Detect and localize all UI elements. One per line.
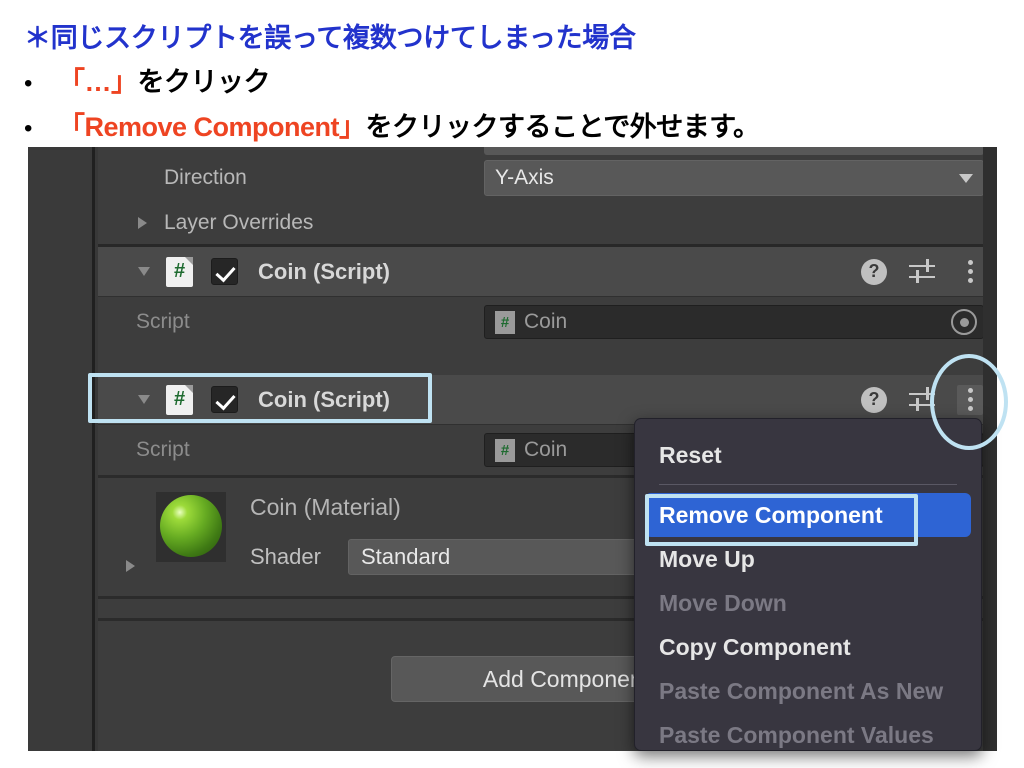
csharp-script-icon: # <box>495 438 515 462</box>
menu-item-move-up[interactable]: Move Up <box>635 537 981 581</box>
row-direction: Direction Y-Axis <box>98 155 997 201</box>
component-enabled-checkbox[interactable] <box>211 386 238 413</box>
script-object-name: Coin <box>524 438 568 461</box>
direction-label: Direction <box>164 166 247 189</box>
bullet-marker-icon: • <box>24 115 33 142</box>
chevron-down-icon[interactable] <box>138 395 150 404</box>
component-header-icons: ? <box>861 384 997 415</box>
menu-separator <box>659 484 957 485</box>
component-header-coin-script-1[interactable]: # Coin (Script) ? <box>98 247 997 297</box>
row-layer-overrides[interactable]: Layer Overrides <box>98 201 997 247</box>
component-context-menu: Reset Remove Component Move Up Move Down… <box>634 418 982 751</box>
help-icon[interactable]: ? <box>861 386 887 413</box>
direction-dropdown[interactable]: Y-Axis <box>484 160 984 196</box>
chevron-down-icon[interactable] <box>138 267 150 276</box>
bullet-1-plain-text: をクリック <box>137 67 271 97</box>
chevron-right-icon[interactable] <box>138 216 147 229</box>
script-object-name: Coin <box>524 310 568 333</box>
menu-item-remove-component[interactable]: Remove Component <box>645 493 971 537</box>
bullet-1-accent-text: 「…」 <box>58 67 138 97</box>
menu-item-paste-component-as-new: Paste Component As New <box>659 677 944 704</box>
component-title: Coin (Script) <box>258 258 390 284</box>
script-object-field[interactable]: # Coin <box>484 305 984 339</box>
inspector-scrollbar[interactable] <box>983 147 997 751</box>
component-header-icons: ? <box>861 257 997 287</box>
layer-overrides-label: Layer Overrides <box>164 210 314 234</box>
direction-value: Y-Axis <box>495 166 554 189</box>
menu-item-move-down: Move Down <box>659 589 787 616</box>
component-enabled-checkbox[interactable] <box>211 258 238 285</box>
inspector-left-gutter <box>28 147 95 751</box>
shader-value: Standard <box>361 544 451 569</box>
page-title: ＊同じスクリプトを誤って複数つけてしまった場合 <box>24 23 636 53</box>
script-label: Script <box>136 310 190 333</box>
preset-settings-icon[interactable] <box>909 386 935 413</box>
object-picker-icon[interactable] <box>951 309 977 335</box>
menu-item-copy-component[interactable]: Copy Component <box>635 625 981 669</box>
chevron-right-icon[interactable] <box>126 560 135 572</box>
bullet-2-plain-text: をクリックすることで外せます。 <box>365 112 761 142</box>
clipped-field <box>484 147 984 155</box>
menu-item-reset[interactable]: Reset <box>635 433 981 477</box>
csharp-script-icon: # <box>495 310 515 334</box>
kebab-menu-icon[interactable] <box>957 257 983 287</box>
slide-header: ＊同じスクリプトを誤って複数つけてしまった場合 • 「…」 をクリック • 「R… <box>0 0 1024 147</box>
preset-settings-icon[interactable] <box>909 258 935 285</box>
chevron-down-icon <box>959 173 973 183</box>
clipped-top-row <box>98 147 997 155</box>
bullet-marker-icon: • <box>24 70 33 97</box>
csharp-script-icon: # <box>166 384 193 415</box>
material-name-label: Coin (Material) <box>250 494 401 520</box>
shader-label: Shader <box>250 544 321 569</box>
bullet-item-1: • 「…」 をクリック <box>24 60 270 99</box>
help-icon[interactable]: ? <box>861 258 887 285</box>
menu-item-paste-component-values: Paste Component Values <box>659 721 934 748</box>
material-sphere-preview <box>156 492 226 562</box>
csharp-script-icon: # <box>166 256 193 287</box>
script-label: Script <box>136 438 190 461</box>
script-field-row-1: Script # Coin <box>98 297 997 347</box>
bullet-2-accent-text: 「Remove Component」 <box>58 112 366 142</box>
kebab-menu-icon[interactable] <box>957 384 983 415</box>
component-title: Coin (Script) <box>258 386 390 412</box>
bullet-item-2: • 「Remove Component」 をクリックすることで外せます。 <box>24 105 760 144</box>
